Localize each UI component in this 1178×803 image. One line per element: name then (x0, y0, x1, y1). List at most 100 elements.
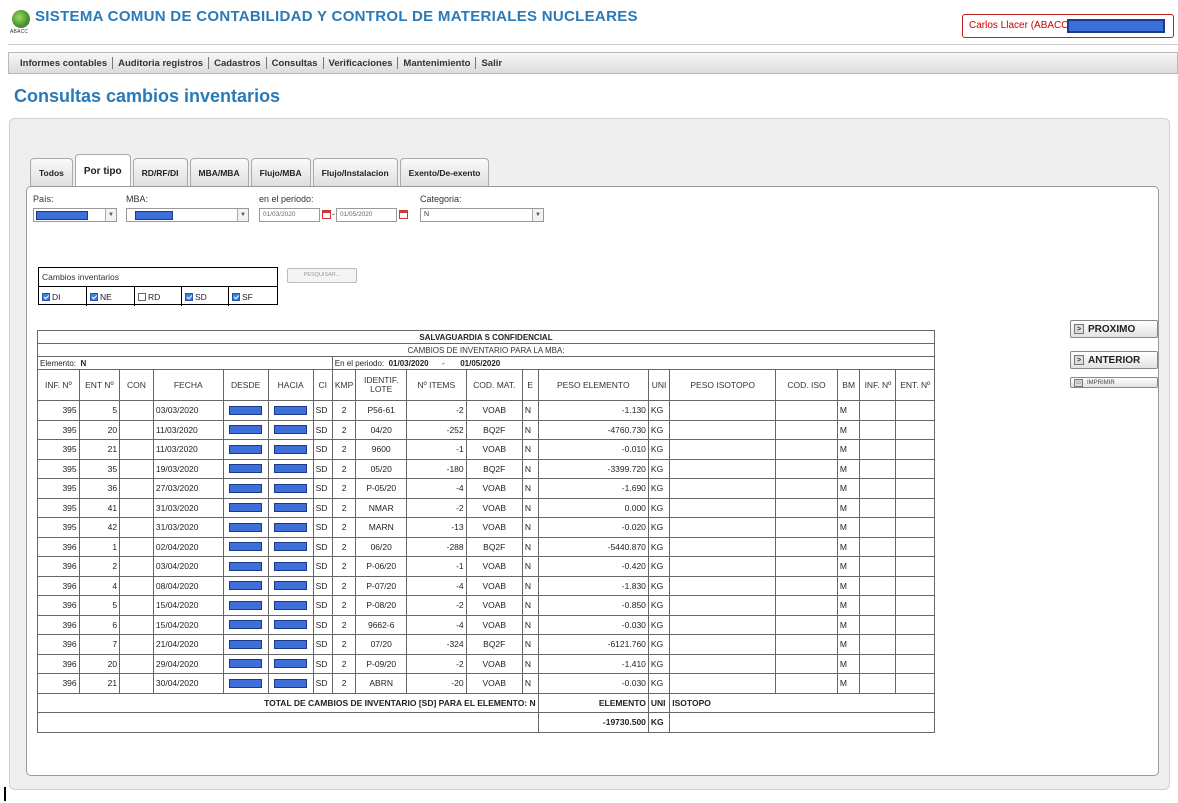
lote-cell: 06/20 (355, 536, 408, 557)
uni-cell: KG (647, 400, 671, 421)
menu-item-consultas[interactable]: Consultas (267, 58, 323, 69)
menu-item-cadastros[interactable]: Cadastros (209, 58, 265, 69)
uni-cell: KG (647, 614, 671, 635)
fecha-cell: 11/03/2020 (152, 419, 224, 440)
peso-elemento-cell: -4760.730 (537, 419, 649, 440)
tab-rd-rf-di[interactable]: RD/RF/DI (132, 158, 188, 187)
items-cell: -2 (406, 595, 467, 616)
menu-item-salir[interactable]: Salir (476, 58, 507, 69)
redacted-block (229, 639, 263, 649)
column-header: FECHA (152, 369, 224, 401)
peso-elemento-cell: -0.020 (537, 517, 649, 538)
cod-iso-cell (775, 536, 838, 557)
elemento-cell: Elemento: N (37, 356, 333, 370)
peso-elemento-cell: -0.010 (537, 439, 649, 460)
codmat-cell: BQ2F (465, 536, 523, 557)
tab-flujo-instalacion[interactable]: Flujo/Instalacion (312, 158, 398, 187)
items-cell: -4 (406, 575, 467, 596)
report-periodo-from: 01/03/2020 (388, 358, 429, 368)
checkbox-sd[interactable]: SD (182, 287, 229, 306)
pesquisar-button[interactable]: PESQUISAR... (287, 268, 357, 283)
table-row[interactable]: 395 36 27/03/2020 SD 2 P-05/20 -4 VOAB N -1.690 KG… (37, 478, 935, 499)
lote-cell: 05/20 (355, 458, 408, 479)
cod-iso-cell (775, 595, 838, 616)
periodo-cell: En el periodo: 01/03/2020 - 01/05/2020 (331, 356, 936, 370)
ci-cell: SD (312, 478, 333, 499)
tab-flujo-mba[interactable]: Flujo/MBA (250, 158, 311, 187)
calendar-icon[interactable] (399, 210, 408, 219)
chevron-down-icon: ▼ (237, 209, 248, 221)
ent-cell: 2 (78, 556, 121, 577)
lote-cell: P-09/20 (355, 653, 408, 674)
table-row[interactable]: 396 4 08/04/2020 SD 2 P-07/20 -4 VOAB N -1.830 KG M (37, 575, 935, 596)
checkbox-ne[interactable]: NE (87, 287, 135, 306)
cambios-inventarios-group: Cambios inventarios DI NE RD SD SF (38, 267, 278, 306)
tab-todos[interactable]: Todos (30, 158, 73, 187)
inf-ref-cell (859, 419, 897, 440)
table-row[interactable]: 395 35 19/03/2020 SD 2 05/20 -180 BQ2F N -3399.72… (37, 458, 935, 479)
inf-cell: 395 (37, 517, 80, 538)
table-row[interactable]: 395 5 03/03/2020 SD 2 P56-61 -2 VOAB N -1.130 KG M (37, 400, 935, 421)
elemento-label: Elemento: (40, 358, 77, 368)
checkbox-label: SF (242, 291, 253, 302)
table-row[interactable]: 395 42 31/03/2020 SD 2 MARN -13 VOAB N -0.020 KG M (37, 517, 935, 538)
cod-iso-cell (775, 497, 838, 518)
bm-cell: M (836, 458, 861, 479)
uni-cell: KG (647, 478, 671, 499)
table-row[interactable]: 396 6 15/04/2020 SD 2 9662-6 -4 VOAB N -0.030 KG M (37, 614, 935, 635)
table-row[interactable]: 395 20 11/03/2020 SD 2 04/20 -252 BQ2F N -4760.73… (37, 419, 935, 440)
peso-isotopo-cell (669, 653, 777, 674)
pais-select[interactable]: ▼ (33, 208, 117, 222)
table-row[interactable]: 396 1 02/04/2020 SD 2 06/20 -288 BQ2F N -5440.870… (37, 536, 935, 557)
peso-isotopo-cell (669, 595, 777, 616)
table-row[interactable]: 396 5 15/04/2020 SD 2 P-08/20 -2 VOAB N -0.850 KG M (37, 595, 935, 616)
tab-por-tipo[interactable]: Por tipo (74, 154, 131, 187)
proximo-button[interactable]: > PROXIMO (1070, 320, 1158, 338)
ci-cell: SD (312, 595, 333, 616)
e-cell: N (521, 439, 539, 460)
calendar-icon[interactable] (322, 210, 331, 219)
menu-item-verificaciones[interactable]: Verificaciones (324, 58, 398, 69)
con-cell (119, 517, 154, 538)
menu-item-informes-contables[interactable]: Informes contables (15, 58, 112, 69)
desde-cell (222, 575, 269, 596)
desde-cell (222, 517, 269, 538)
checkbox-sf[interactable]: SF (229, 287, 277, 306)
date-to-input[interactable]: 01/05/2020 (336, 208, 397, 222)
peso-elemento-cell: -1.410 (537, 653, 649, 674)
checkbox-di[interactable]: DI (39, 287, 87, 306)
tab-exento-de-exento[interactable]: Exento/De-exento (399, 158, 490, 187)
table-row[interactable]: 396 7 21/04/2020 SD 2 07/20 -324 BQ2F N -6121.760… (37, 634, 935, 655)
column-header: IDENTIF. LOTE (355, 369, 408, 401)
inf-cell: 395 (37, 439, 80, 460)
e-cell: N (521, 458, 539, 479)
user-badge[interactable]: Carlos Llacer (ABACC- (962, 14, 1174, 38)
menu-item-mantenimiento[interactable]: Mantenimiento (398, 58, 475, 69)
date-from-input[interactable]: 01/03/2020 (259, 208, 320, 222)
ent-ref-cell (895, 458, 935, 479)
hacia-cell (267, 478, 314, 499)
table-row[interactable]: 396 21 30/04/2020 SD 2 ABRN -20 VOAB N -0.030 KG M (37, 673, 935, 694)
hacia-cell (267, 595, 314, 616)
peso-elemento-cell: -0.420 (537, 556, 649, 577)
table-row[interactable]: 396 20 29/04/2020 SD 2 P-09/20 -2 VOAB N -1.410 KG… (37, 653, 935, 674)
mba-select[interactable]: ▼ (126, 208, 249, 222)
lote-cell: 07/20 (355, 634, 408, 655)
tab-mba-mba[interactable]: MBA/MBA (189, 158, 249, 187)
desde-cell (222, 536, 269, 557)
bm-cell: M (836, 634, 861, 655)
con-cell (119, 653, 154, 674)
table-row[interactable]: 395 21 11/03/2020 SD 2 9600 -1 VOAB N -0.010 KG M (37, 439, 935, 460)
menu-item-auditoria-registros[interactable]: Auditoria registros (113, 58, 208, 69)
lote-cell: P-06/20 (355, 556, 408, 577)
peso-isotopo-cell (669, 536, 777, 557)
imprimir-button[interactable]: ▭ IMPRIMIR (1070, 377, 1158, 388)
checkbox-checked-icon (185, 292, 193, 301)
categoria-select[interactable]: N ▼ (420, 208, 544, 222)
table-row[interactable]: 396 2 03/04/2020 SD 2 P-06/20 -1 VOAB N -0.420 KG M (37, 556, 935, 577)
ci-cell: SD (312, 400, 333, 421)
anterior-button[interactable]: > ANTERIOR (1070, 351, 1158, 369)
checkbox-rd[interactable]: RD (135, 287, 182, 306)
kmp-cell: 2 (331, 556, 357, 577)
table-row[interactable]: 395 41 31/03/2020 SD 2 NMAR -2 VOAB N 0.000 KG M (37, 497, 935, 518)
